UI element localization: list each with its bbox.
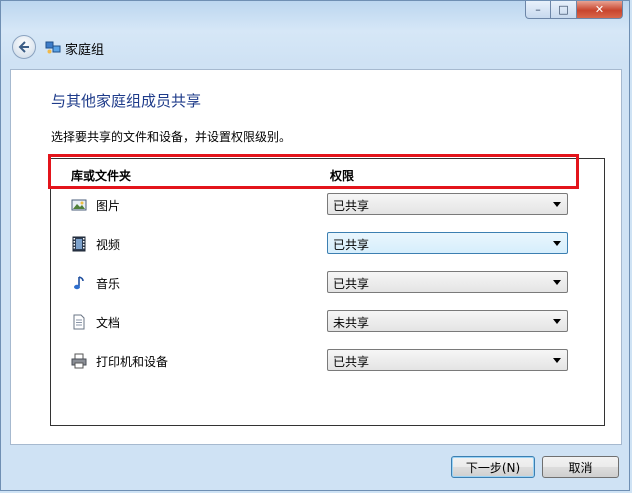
chevron-down-icon bbox=[553, 241, 561, 246]
document-icon bbox=[73, 314, 85, 330]
printer-icon bbox=[71, 353, 87, 369]
next-button[interactable]: 下一步(N) bbox=[451, 456, 535, 478]
select-value: 已共享 bbox=[333, 199, 370, 213]
row-label: 视频 bbox=[96, 238, 121, 252]
row-label: 打印机和设备 bbox=[96, 355, 169, 369]
permission-select-video[interactable]: 已共享 bbox=[327, 232, 568, 254]
list-item-pictures: 图片 已共享 bbox=[51, 193, 604, 217]
music-icon bbox=[74, 276, 84, 290]
select-value: 已共享 bbox=[333, 355, 370, 369]
permission-select-pictures[interactable]: 已共享 bbox=[327, 193, 568, 215]
page-title: 与其他家庭组成员共享 bbox=[51, 92, 202, 110]
list-item-documents: 文档 未共享 bbox=[51, 310, 604, 334]
row-label: 音乐 bbox=[96, 277, 121, 291]
chevron-down-icon bbox=[553, 202, 561, 207]
chevron-down-icon bbox=[553, 358, 561, 363]
homegroup-window: – □ ✕ 家庭组 与其他家庭组成员共享 选择要共享的文件和设备，并设置权限级别… bbox=[0, 0, 630, 491]
video-icon bbox=[72, 236, 86, 252]
homegroup-icon bbox=[45, 41, 61, 54]
minimize-button[interactable]: – bbox=[525, 1, 551, 19]
window-controls: – □ ✕ bbox=[525, 1, 623, 19]
select-value: 已共享 bbox=[333, 277, 370, 291]
select-value: 已共享 bbox=[333, 238, 370, 252]
maximize-button[interactable]: □ bbox=[551, 1, 577, 19]
sharing-list: 库或文件夹 权限 图片 已共享 视频 已共享 音乐 已共享 文档 未共享 打印机… bbox=[50, 158, 605, 426]
column-header-permission: 权限 bbox=[330, 169, 355, 183]
back-button[interactable] bbox=[12, 35, 36, 59]
list-item-printers: 打印机和设备 已共享 bbox=[51, 349, 604, 373]
list-item-video: 视频 已共享 bbox=[51, 232, 604, 256]
address-title: 家庭组 bbox=[65, 43, 105, 58]
chevron-down-icon bbox=[553, 319, 561, 324]
permission-select-music[interactable]: 已共享 bbox=[327, 271, 568, 293]
content-area: 与其他家庭组成员共享 选择要共享的文件和设备，并设置权限级别。 库或文件夹 权限… bbox=[10, 69, 622, 445]
close-button[interactable]: ✕ bbox=[577, 1, 623, 19]
permission-select-printers[interactable]: 已共享 bbox=[327, 349, 568, 371]
column-header-library: 库或文件夹 bbox=[71, 169, 132, 183]
permission-select-documents[interactable]: 未共享 bbox=[327, 310, 568, 332]
chevron-down-icon bbox=[553, 280, 561, 285]
list-item-music: 音乐 已共享 bbox=[51, 271, 604, 295]
back-arrow-icon bbox=[18, 41, 29, 53]
instruction-text: 选择要共享的文件和设备，并设置权限级别。 bbox=[51, 130, 292, 144]
select-value: 未共享 bbox=[333, 316, 370, 330]
row-label: 文档 bbox=[96, 316, 121, 330]
cancel-button[interactable]: 取消 bbox=[542, 456, 619, 478]
row-label: 图片 bbox=[96, 199, 121, 213]
pictures-icon bbox=[71, 199, 87, 211]
